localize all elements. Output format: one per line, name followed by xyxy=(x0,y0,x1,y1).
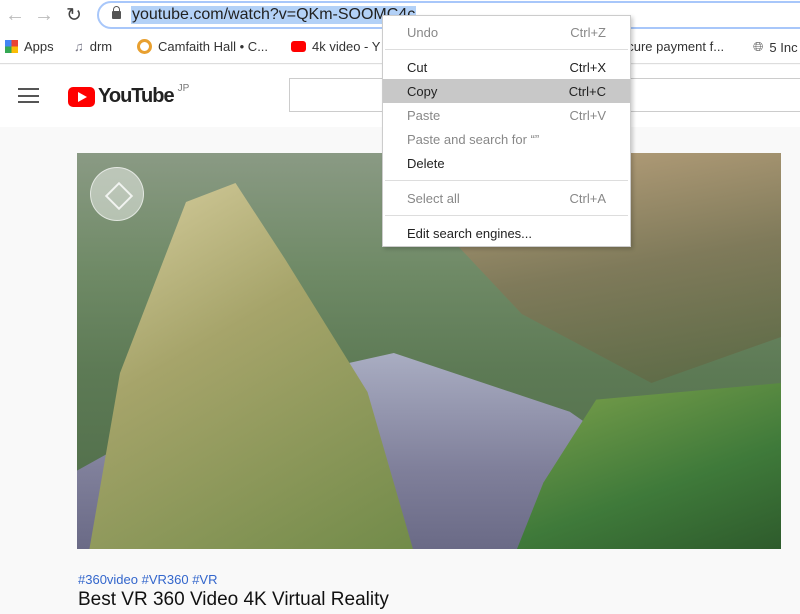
divider xyxy=(385,49,628,50)
youtube-logo[interactable]: YouTube JP xyxy=(68,83,189,108)
menu-item-cut[interactable]: Cut Ctrl+X xyxy=(383,55,630,79)
menu-item-edit-search-engines[interactable]: Edit search engines... xyxy=(383,221,630,245)
camfaith-icon xyxy=(137,39,152,54)
menu-item-delete[interactable]: Delete xyxy=(383,151,630,175)
globe-icon: 🌐︎ xyxy=(753,39,764,54)
bookmark-drm[interactable]: ♫ drm xyxy=(74,39,112,54)
context-menu: Undo Ctrl+Z Cut Ctrl+X Copy Ctrl+C Paste Ctr… xyxy=(382,15,631,247)
apps-grid-icon xyxy=(5,40,18,53)
vr-pan-control[interactable] xyxy=(90,167,144,221)
video-hashtags[interactable]: #360video #VR360 #VR xyxy=(78,572,218,587)
menu-icon[interactable] xyxy=(18,88,39,103)
music-icon: ♫ xyxy=(74,39,84,54)
menu-item-copy[interactable]: Copy Ctrl+C xyxy=(383,79,630,103)
forward-icon[interactable]: → xyxy=(34,4,54,27)
video-title: Best VR 360 Video 4K Virtual Reality xyxy=(78,589,389,610)
youtube-play-icon xyxy=(68,86,95,107)
menu-item-undo[interactable]: Undo Ctrl+Z xyxy=(383,20,630,44)
bookmark-camfaith[interactable]: Camfaith Hall • C... xyxy=(137,39,268,54)
menu-item-paste[interactable]: Paste Ctrl+V xyxy=(383,103,630,127)
bookmark-secure-payment[interactable]: ecure payment f... xyxy=(620,39,724,54)
divider xyxy=(385,180,628,181)
bookmark-5-inc[interactable]: 🌐︎ 5 Inc xyxy=(753,39,798,55)
bookmark-apps[interactable]: Apps xyxy=(5,39,54,54)
youtube-icon xyxy=(291,41,306,52)
reload-icon[interactable]: ↻ xyxy=(66,4,82,27)
menu-item-paste-and-search[interactable]: Paste and search for “” xyxy=(383,127,630,151)
menu-item-select-all[interactable]: Select all Ctrl+A xyxy=(383,186,630,210)
bookmark-4k-video[interactable]: 4k video - Y xyxy=(291,39,380,54)
lock-icon xyxy=(112,6,121,19)
divider xyxy=(385,215,628,216)
url-text[interactable]: youtube.com/watch?v=QKm-SOOMC4c xyxy=(131,6,417,24)
back-icon[interactable]: ← xyxy=(5,4,25,27)
